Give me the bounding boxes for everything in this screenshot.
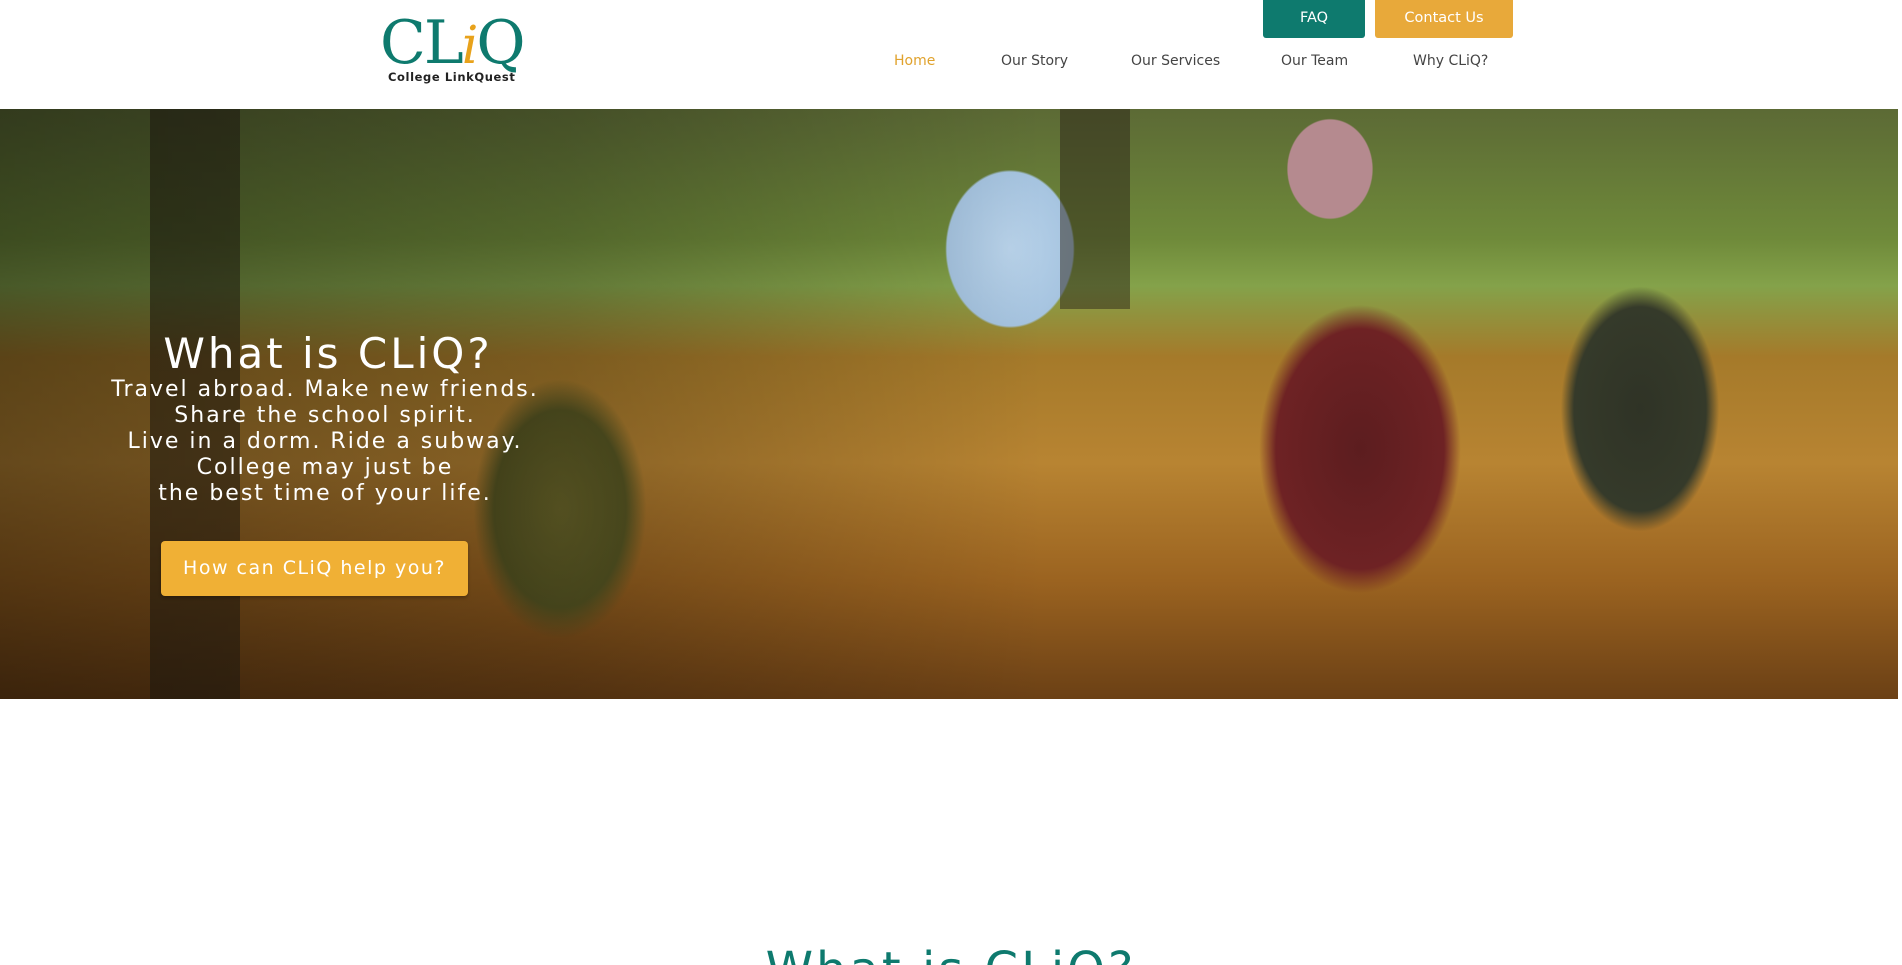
contact-us-button[interactable]: Contact Us — [1375, 0, 1513, 38]
nav-why-cliq[interactable]: Why CLiQ? — [1413, 53, 1488, 73]
site-header: CLiQ College LinkQuest FAQ Contact Us Ho… — [0, 0, 1902, 109]
nav-our-team[interactable]: Our Team — [1281, 53, 1348, 73]
page-edge — [1898, 109, 1902, 699]
hero-title: What is CLiQ? — [163, 329, 493, 379]
how-can-cliq-help-button[interactable]: How can CLiQ help you? — [161, 541, 468, 596]
hero-tagline-line: the best time of your life. — [158, 481, 492, 506]
hero-tagline-line: Share the school spirit. — [174, 403, 476, 428]
nav-home[interactable]: Home — [894, 53, 935, 73]
logo[interactable]: CLiQ College LinkQuest — [378, 8, 526, 88]
nav-our-services[interactable]: Our Services — [1131, 53, 1220, 73]
section-title: What is CLiQ? — [0, 942, 1902, 965]
hero-tagline: Travel abroad. Make new friends. Share t… — [0, 377, 650, 507]
hero-tagline-line: College may just be — [196, 455, 454, 480]
logo-tagline: College LinkQuest — [388, 70, 516, 84]
nav-our-story[interactable]: Our Story — [1001, 53, 1068, 73]
hero-banner: What is CLiQ? Travel abroad. Make new fr… — [0, 109, 1898, 699]
hero-tagline-line: Live in a dorm. Ride a subway. — [127, 429, 523, 454]
hero-tagline-line: Travel abroad. Make new friends. — [111, 377, 539, 402]
page: CLiQ College LinkQuest FAQ Contact Us Ho… — [0, 0, 1902, 965]
faq-button[interactable]: FAQ — [1263, 0, 1365, 38]
